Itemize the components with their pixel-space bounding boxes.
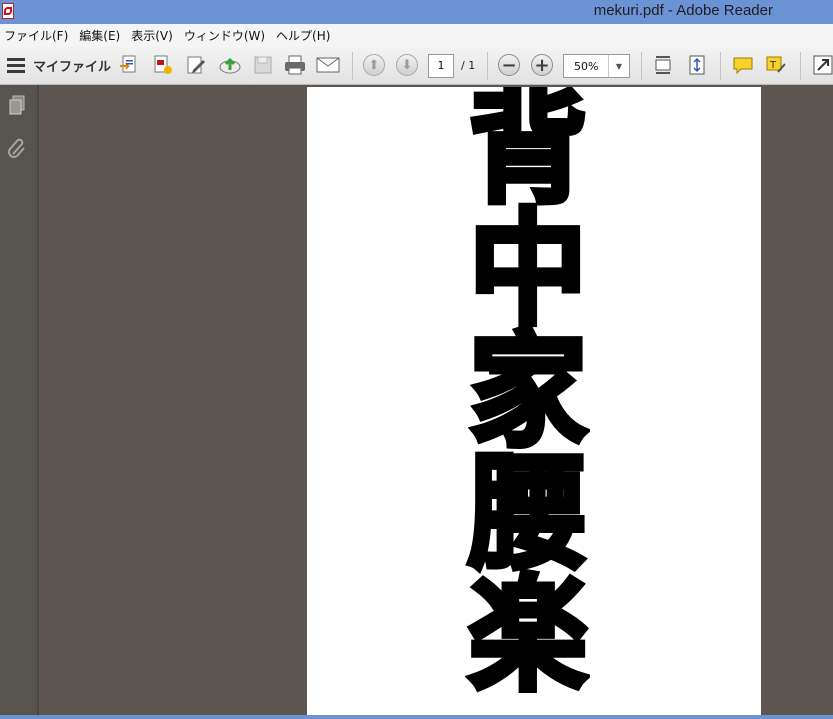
menu-edit[interactable]: 編集(E) <box>75 27 127 44</box>
toolbar-divider <box>800 52 801 80</box>
toolbar-divider <box>487 52 488 80</box>
zoom-out-icon[interactable]: − <box>496 52 522 78</box>
toolbar-divider <box>720 52 721 80</box>
fit-width-icon[interactable] <box>650 52 676 78</box>
upload-icon[interactable] <box>217 52 243 78</box>
menu-window[interactable]: ウィンドウ(W) <box>180 27 272 44</box>
page-char: 背 <box>466 87 590 220</box>
window-bottom-border <box>0 715 833 719</box>
convert-pdf-icon[interactable] <box>150 52 176 78</box>
page-number-input[interactable]: 1 <box>428 54 454 78</box>
menu-bar: ファイル(F) 編集(E) 表示(V) ウィンドウ(W) ヘルプ(H) <box>0 24 833 47</box>
navigation-pane <box>0 85 39 719</box>
create-pdf-icon[interactable] <box>116 52 142 78</box>
page-char: 腰 <box>466 441 590 586</box>
chevron-down-icon[interactable]: ▼ <box>608 55 629 77</box>
toolbar-divider <box>641 52 642 80</box>
page-total: / 1 <box>461 59 476 72</box>
window-title: mekuri.pdf - Adobe Reader <box>593 2 773 19</box>
svg-text:T: T <box>769 60 777 71</box>
zoom-select[interactable]: 50% ▼ <box>563 54 630 78</box>
pdf-page[interactable]: 背 中 家 腰 楽 <box>307 87 761 719</box>
title-bar: mekuri.pdf - Adobe Reader <box>0 0 833 24</box>
zoom-value: 50% <box>574 60 599 73</box>
page-char: 家 <box>466 319 590 464</box>
page-char: 楽 <box>466 563 590 708</box>
email-icon[interactable] <box>315 52 341 78</box>
menu-file[interactable]: ファイル(F) <box>0 27 75 44</box>
next-page-icon[interactable]: ⬇ <box>394 52 420 78</box>
my-files-button[interactable]: マイファイル <box>33 56 111 75</box>
highlight-text-icon[interactable]: T <box>763 52 789 78</box>
prev-page-icon[interactable]: ⬆ <box>361 52 387 78</box>
menu-view[interactable]: 表示(V) <box>127 27 180 44</box>
menu-icon[interactable] <box>7 56 25 74</box>
attachments-icon[interactable] <box>6 135 28 159</box>
zoom-in-icon[interactable]: + <box>529 52 555 78</box>
fit-page-icon[interactable] <box>684 52 710 78</box>
menu-help[interactable]: ヘルプ(H) <box>272 27 337 44</box>
comment-icon[interactable] <box>730 52 756 78</box>
print-icon[interactable] <box>282 52 308 78</box>
vertical-text: 背 中 家 腰 楽 <box>453 87 603 708</box>
edit-icon[interactable] <box>183 52 209 78</box>
read-mode-icon[interactable] <box>810 52 833 78</box>
document-area-right <box>761 85 833 719</box>
toolbar-divider <box>352 52 353 80</box>
pages-icon[interactable] <box>6 93 28 117</box>
save-icon[interactable] <box>250 52 276 78</box>
toolbar: マイファイル ⬆ ⬇ 1 / 1 − + 50% ▼ T <box>0 46 833 85</box>
page-char: 中 <box>466 197 590 342</box>
